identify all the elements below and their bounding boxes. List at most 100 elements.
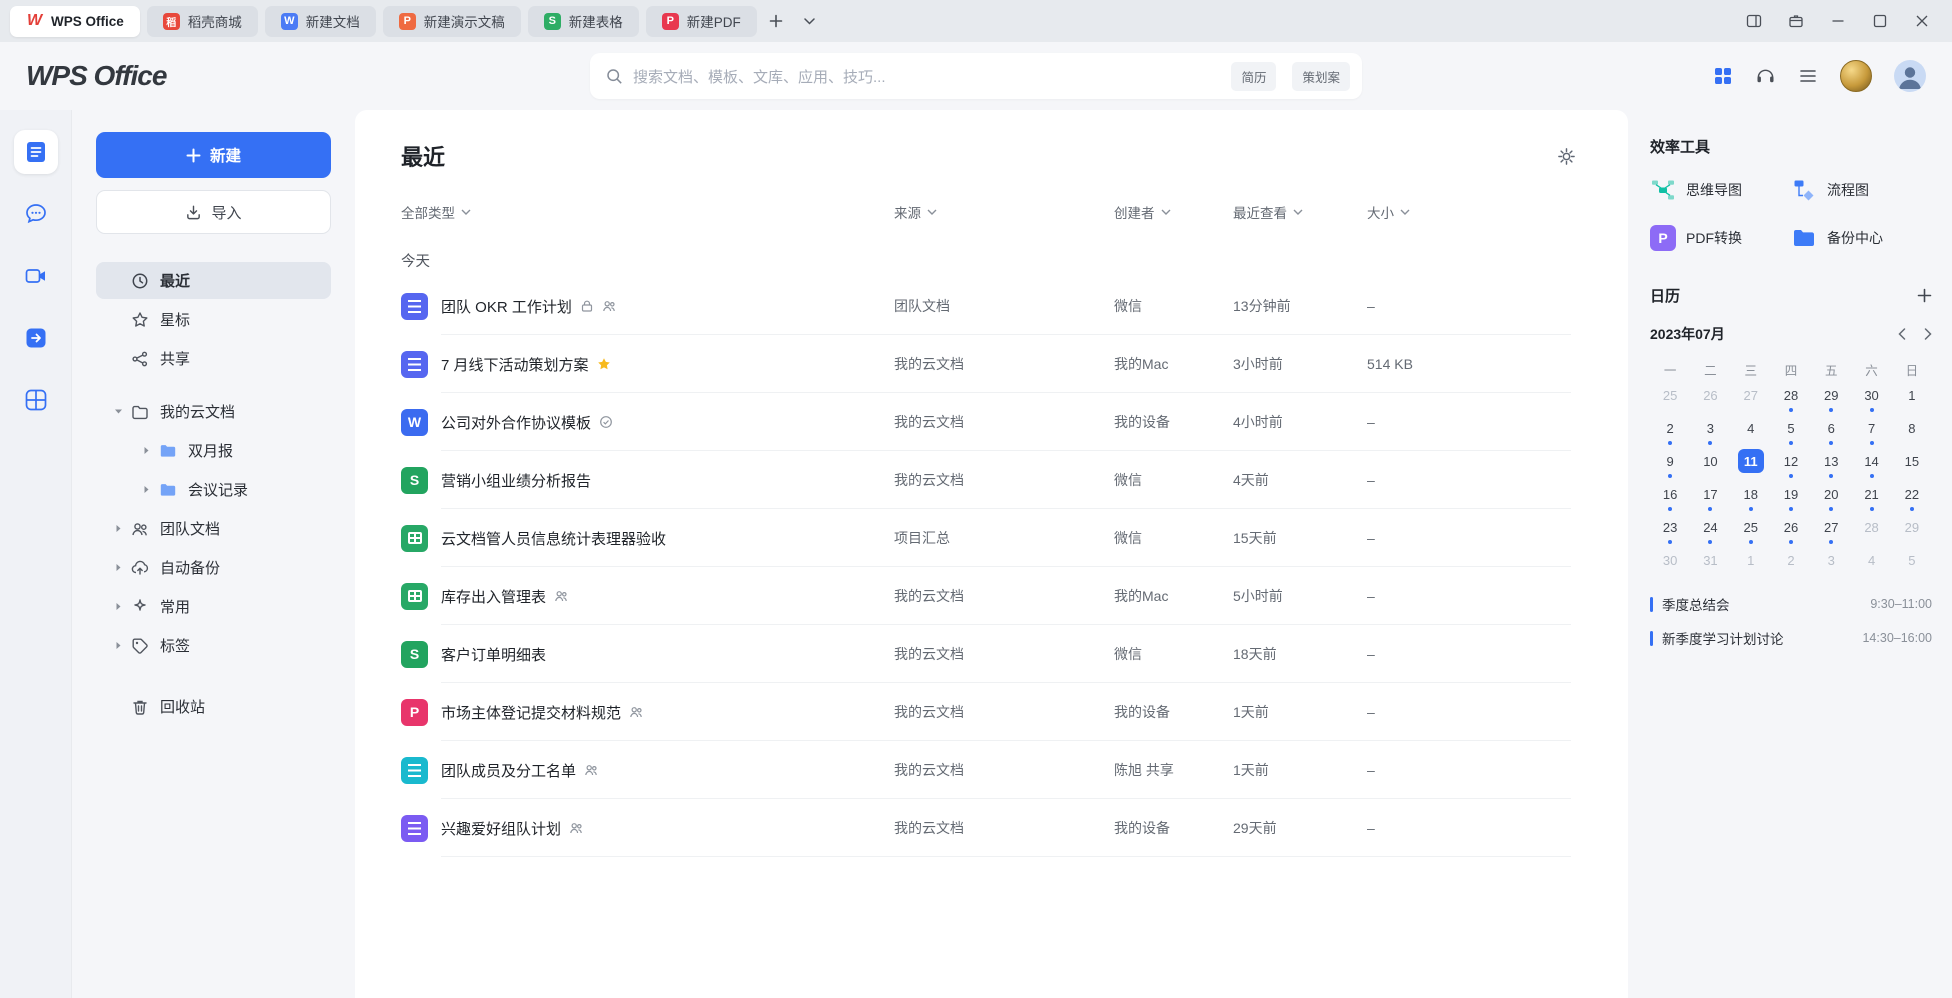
calendar-day[interactable]: 2	[1650, 415, 1690, 448]
tab-ppt[interactable]: P新建演示文稿	[383, 6, 521, 37]
file-row[interactable]: S客户订单明细表我的云文档微信18天前–	[355, 625, 1628, 683]
caret-down-icon[interactable]	[108, 407, 128, 416]
column-creator[interactable]: 创建者	[1114, 202, 1233, 222]
calendar-event[interactable]: 季度总结会 9:30–11:00	[1650, 594, 1932, 614]
calendar-day[interactable]: 20	[1811, 481, 1851, 514]
sidebar-item-trash[interactable]: 回收站	[96, 688, 331, 725]
tab-list-button[interactable]	[795, 6, 825, 36]
calendar-day[interactable]: 3	[1690, 415, 1730, 448]
filter-all-types[interactable]: 全部类型	[401, 202, 894, 222]
sidebar-item-folder-meeting-notes[interactable]: 会议记录	[96, 471, 331, 508]
tool-pdf-convert[interactable]: P PDF转换	[1650, 225, 1791, 251]
calendar-day[interactable]: 18	[1731, 481, 1771, 514]
sidebar-item-folder-bimonthly[interactable]: 双月报	[96, 432, 331, 469]
close-button[interactable]	[1906, 6, 1938, 36]
calendar-day[interactable]: 4	[1731, 415, 1771, 448]
file-row[interactable]: P市场主体登记提交材料规范我的云文档我的设备1天前–	[355, 683, 1628, 741]
tool-flowchart[interactable]: 流程图	[1791, 177, 1932, 203]
search-tag-resume[interactable]: 简历	[1231, 62, 1276, 91]
calendar-day[interactable]: 24	[1690, 514, 1730, 547]
sidebar-item-my-cloud-docs[interactable]: 我的云文档	[96, 393, 331, 430]
calendar-day[interactable]: 6	[1811, 415, 1851, 448]
calendar-day[interactable]: 5	[1892, 547, 1932, 580]
calendar-next-button[interactable]	[1924, 328, 1932, 340]
calendar-day[interactable]: 25	[1731, 514, 1771, 547]
calendar-day[interactable]: 2	[1771, 547, 1811, 580]
minimize-button[interactable]	[1822, 6, 1854, 36]
column-size[interactable]: 大小	[1367, 202, 1571, 222]
new-document-button[interactable]: 新建	[96, 132, 331, 178]
tab-docer[interactable]: 稻稻壳商城	[147, 6, 258, 37]
caret-right-icon[interactable]	[108, 524, 128, 533]
calendar-day[interactable]: 28	[1771, 382, 1811, 415]
docs-home-icon[interactable]	[14, 130, 58, 174]
tab-sheet[interactable]: S新建表格	[528, 6, 639, 37]
file-row[interactable]: 库存出入管理表我的云文档我的Mac5小时前–	[355, 567, 1628, 625]
calendar-day[interactable]: 26	[1690, 382, 1730, 415]
calendar-day[interactable]: 27	[1731, 382, 1771, 415]
column-source[interactable]: 来源	[894, 202, 1114, 222]
calendar-day[interactable]: 5	[1771, 415, 1811, 448]
sidebar-toggle-icon[interactable]	[1738, 6, 1770, 36]
file-row[interactable]: S营销小组业绩分析报告我的云文档微信4天前–	[355, 451, 1628, 509]
calendar-day[interactable]: 30	[1650, 547, 1690, 580]
search-bar[interactable]: 搜索文档、模板、文库、应用、技巧... 简历 策划案	[590, 53, 1362, 99]
calendar-day[interactable]: 26	[1771, 514, 1811, 547]
tool-backup-center[interactable]: 备份中心	[1791, 225, 1932, 251]
calendar-day[interactable]: 14	[1851, 448, 1891, 481]
file-row[interactable]: 7 月线下活动策划方案我的云文档我的Mac3小时前514 KB	[355, 335, 1628, 393]
calendar-day[interactable]: 17	[1690, 481, 1730, 514]
file-row[interactable]: 兴趣爱好组队计划我的云文档我的设备29天前–	[355, 799, 1628, 857]
transfer-icon[interactable]	[14, 316, 58, 360]
calendar-day[interactable]: 19	[1771, 481, 1811, 514]
calendar-day-selected[interactable]: 11	[1731, 448, 1771, 481]
calendar-day[interactable]: 10	[1690, 448, 1730, 481]
calendar-day[interactable]: 28	[1851, 514, 1891, 547]
calendar-day[interactable]: 13	[1811, 448, 1851, 481]
tab-writer[interactable]: W新建文档	[265, 6, 376, 37]
calendar-day[interactable]: 22	[1892, 481, 1932, 514]
file-row[interactable]: W公司对外合作协议模板我的云文档我的设备4小时前–	[355, 393, 1628, 451]
caret-right-icon[interactable]	[136, 485, 156, 494]
meeting-video-icon[interactable]	[14, 254, 58, 298]
calendar-day[interactable]: 9	[1650, 448, 1690, 481]
calendar-day[interactable]: 21	[1851, 481, 1891, 514]
calendar-day[interactable]: 1	[1892, 382, 1932, 415]
list-settings-gear-icon[interactable]	[1557, 147, 1576, 166]
tab-wps[interactable]: WWPS Office	[10, 6, 140, 37]
column-last-viewed[interactable]: 最近查看	[1233, 202, 1367, 222]
office-suite-icon[interactable]	[14, 378, 58, 422]
calendar-day[interactable]: 31	[1690, 547, 1730, 580]
caret-right-icon[interactable]	[108, 563, 128, 572]
sidebar-item-starred[interactable]: 星标	[96, 301, 331, 338]
calendar-add-event-button[interactable]	[1917, 288, 1932, 303]
calendar-day[interactable]: 15	[1892, 448, 1932, 481]
search-tag-plan[interactable]: 策划案	[1292, 62, 1350, 91]
calendar-day[interactable]: 3	[1811, 547, 1851, 580]
calendar-day[interactable]: 29	[1811, 382, 1851, 415]
calendar-day[interactable]: 23	[1650, 514, 1690, 547]
calendar-day[interactable]: 16	[1650, 481, 1690, 514]
caret-right-icon[interactable]	[108, 641, 128, 650]
import-button[interactable]: 导入	[96, 190, 331, 234]
user-avatar[interactable]	[1894, 60, 1926, 92]
calendar-day[interactable]: 30	[1851, 382, 1891, 415]
calendar-day[interactable]: 29	[1892, 514, 1932, 547]
caret-right-icon[interactable]	[136, 446, 156, 455]
calendar-day[interactable]: 8	[1892, 415, 1932, 448]
sidebar-item-frequent[interactable]: 常用	[96, 588, 331, 625]
sidebar-item-auto-backup[interactable]: 自动备份	[96, 549, 331, 586]
calendar-day[interactable]: 1	[1731, 547, 1771, 580]
sidebar-item-recent[interactable]: 最近	[96, 262, 331, 299]
calendar-day[interactable]: 25	[1650, 382, 1690, 415]
calendar-day[interactable]: 7	[1851, 415, 1891, 448]
calendar-day[interactable]: 12	[1771, 448, 1811, 481]
file-row[interactable]: 团队成员及分工名单我的云文档陈旭 共享1天前–	[355, 741, 1628, 799]
support-headset-icon[interactable]	[1755, 66, 1776, 87]
sidebar-item-tags[interactable]: 标签	[96, 627, 331, 664]
caret-right-icon[interactable]	[108, 602, 128, 611]
apps-grid-icon[interactable]	[1713, 66, 1733, 86]
menu-hamburger-icon[interactable]	[1798, 66, 1818, 86]
file-row[interactable]: 团队 OKR 工作计划团队文档微信13分钟前–	[355, 277, 1628, 335]
maximize-button[interactable]	[1864, 6, 1896, 36]
